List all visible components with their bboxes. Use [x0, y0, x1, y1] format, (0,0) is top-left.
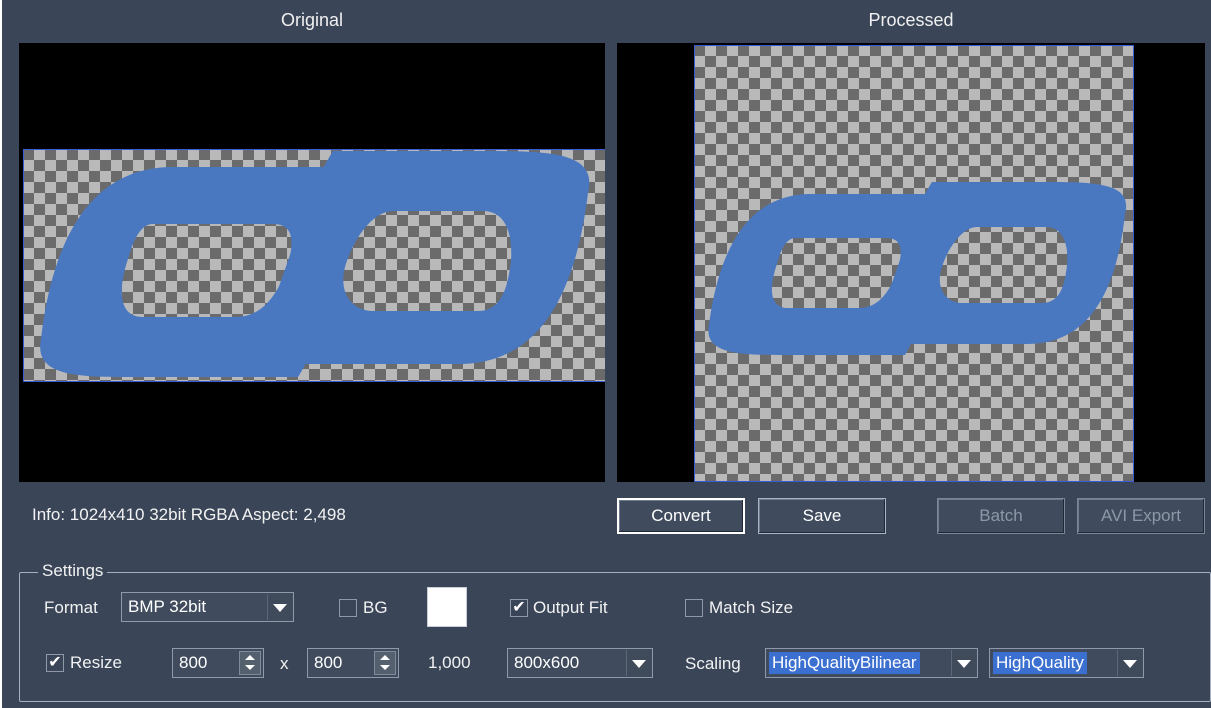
width-spinner[interactable]: 800 [172, 648, 264, 678]
height-value: 800 [314, 653, 343, 672]
size-preset-value: 800x600 [514, 653, 580, 672]
format-dropdown[interactable]: BMP 32bit [121, 592, 294, 622]
scaling-dropdown[interactable]: HighQualityBilinear [765, 648, 978, 678]
width-value: 800 [179, 653, 208, 672]
chevron-down-icon[interactable] [267, 594, 292, 620]
aspect-ratio-value: 1,000 [428, 653, 471, 672]
height-spinner[interactable]: 800 [307, 648, 399, 678]
format-label: Format [44, 598, 98, 617]
output-fit-label: Output Fit [533, 598, 608, 617]
chevron-down-icon[interactable] [1117, 650, 1142, 676]
settings-title: Settings [38, 561, 108, 581]
size-preset-dropdown[interactable]: 800x600 [507, 648, 653, 678]
spin-arrows-icon[interactable] [374, 651, 396, 675]
match-size-label: Match Size [709, 598, 794, 617]
save-button[interactable]: Save [758, 498, 886, 534]
avi-export-button[interactable]: AVI Export [1077, 498, 1205, 534]
original-caption: Original [280, 10, 344, 30]
resize-checkbox[interactable]: ✔ [46, 654, 64, 672]
format-value: BMP 32bit [128, 597, 207, 616]
scaling-label: Scaling [685, 654, 741, 673]
processed-image [694, 45, 1134, 482]
bg-label: BG [363, 598, 388, 617]
output-fit-checkbox[interactable]: ✔ [510, 599, 528, 617]
match-size-checkbox[interactable] [685, 599, 703, 617]
image-info: Info: 1024x410 32bit RGBA Aspect: 2,498 [32, 505, 346, 524]
bg-color-swatch[interactable] [427, 587, 467, 627]
chevron-down-icon[interactable] [626, 650, 651, 676]
quality-value: HighQuality [993, 652, 1087, 674]
original-preview [19, 43, 605, 482]
chevron-down-icon[interactable] [951, 650, 976, 676]
processed-preview [617, 43, 1205, 482]
times-label: x [280, 654, 289, 673]
spin-arrows-icon[interactable] [239, 651, 261, 675]
resize-label: Resize [70, 653, 122, 672]
processed-caption: Processed [868, 10, 954, 30]
app-window: Original Processed Info: 1024x410 32bit … [2, 0, 1211, 708]
quality-dropdown[interactable]: HighQuality [989, 648, 1144, 678]
scaling-value: HighQualityBilinear [769, 652, 920, 674]
batch-button[interactable]: Batch [937, 498, 1065, 534]
original-image [23, 149, 605, 382]
convert-button[interactable]: Convert [617, 498, 745, 534]
bg-checkbox[interactable] [339, 599, 357, 617]
